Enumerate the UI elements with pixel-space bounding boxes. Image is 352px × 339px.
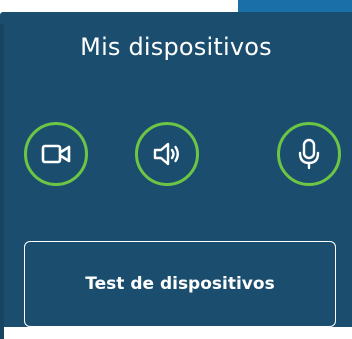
devices-panel: Mis dispositivos Test de dispositivos <box>0 12 352 339</box>
panel-title: Mis dispositivos <box>80 33 272 61</box>
speaker-button[interactable] <box>135 122 199 186</box>
video-camera-icon <box>40 142 72 166</box>
speaker-volume-icon <box>151 140 183 168</box>
test-devices-button[interactable]: Test de dispositivos <box>24 241 336 327</box>
panel-left-edge <box>0 24 4 339</box>
microphone-button[interactable] <box>277 122 341 186</box>
microphone-icon <box>297 138 321 170</box>
camera-button[interactable] <box>24 122 88 186</box>
test-devices-label: Test de dispositivos <box>85 274 275 294</box>
